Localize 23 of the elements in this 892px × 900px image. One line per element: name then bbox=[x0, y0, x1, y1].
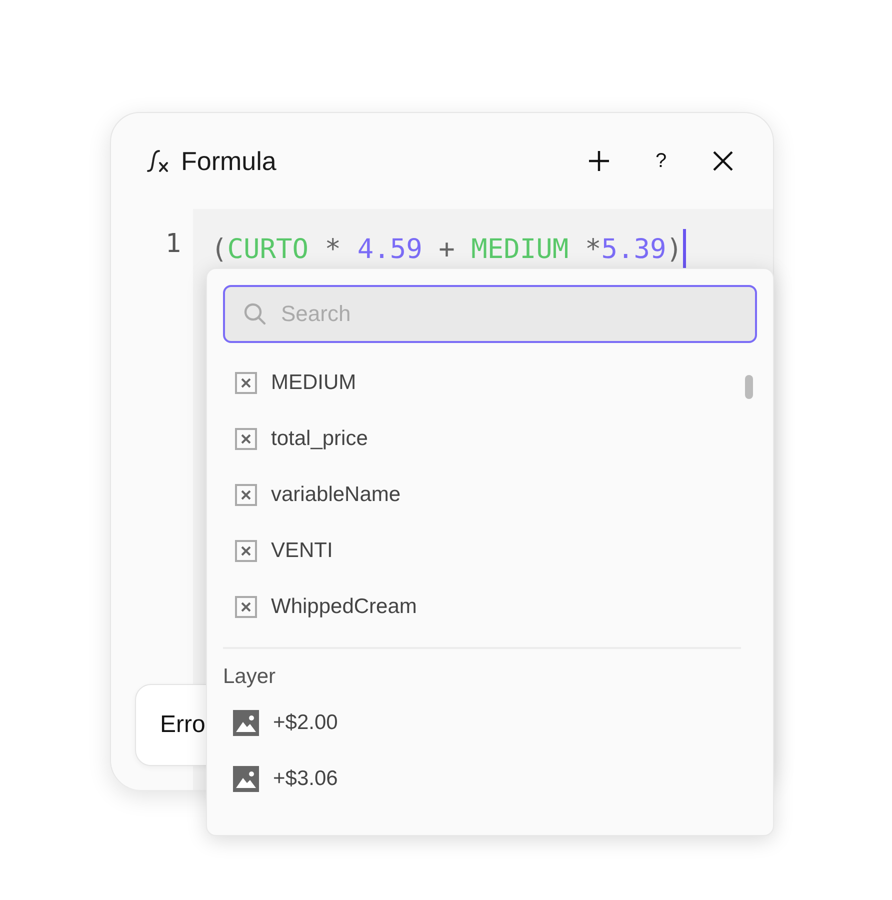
variable-item[interactable]: MEDIUM bbox=[223, 355, 757, 411]
window-title: Formula bbox=[181, 146, 276, 176]
variable-icon bbox=[235, 540, 257, 562]
variable-item[interactable]: VENTI bbox=[223, 523, 757, 579]
plus-icon bbox=[587, 149, 611, 173]
variable-item[interactable]: variableName bbox=[223, 467, 757, 523]
section-title: Layer bbox=[223, 664, 277, 690]
function-icon bbox=[145, 148, 171, 174]
layer-item[interactable]: +$3.06 bbox=[223, 751, 757, 807]
variable-icon bbox=[235, 372, 257, 394]
variable-item[interactable]: total_price bbox=[223, 411, 757, 467]
search-field[interactable]: Search bbox=[223, 285, 757, 343]
image-icon bbox=[233, 766, 259, 792]
variable-item[interactable]: WhippedCream bbox=[223, 579, 757, 635]
scrollbar-thumb[interactable] bbox=[745, 375, 753, 399]
variable-icon bbox=[235, 428, 257, 450]
variable-icon bbox=[235, 596, 257, 618]
image-icon bbox=[233, 710, 259, 736]
help-button[interactable]: ? bbox=[641, 141, 681, 181]
line-number: 1 bbox=[165, 229, 181, 261]
layer-item[interactable]: +$2.00 bbox=[223, 695, 757, 751]
variable-icon bbox=[235, 484, 257, 506]
close-icon bbox=[711, 149, 735, 173]
